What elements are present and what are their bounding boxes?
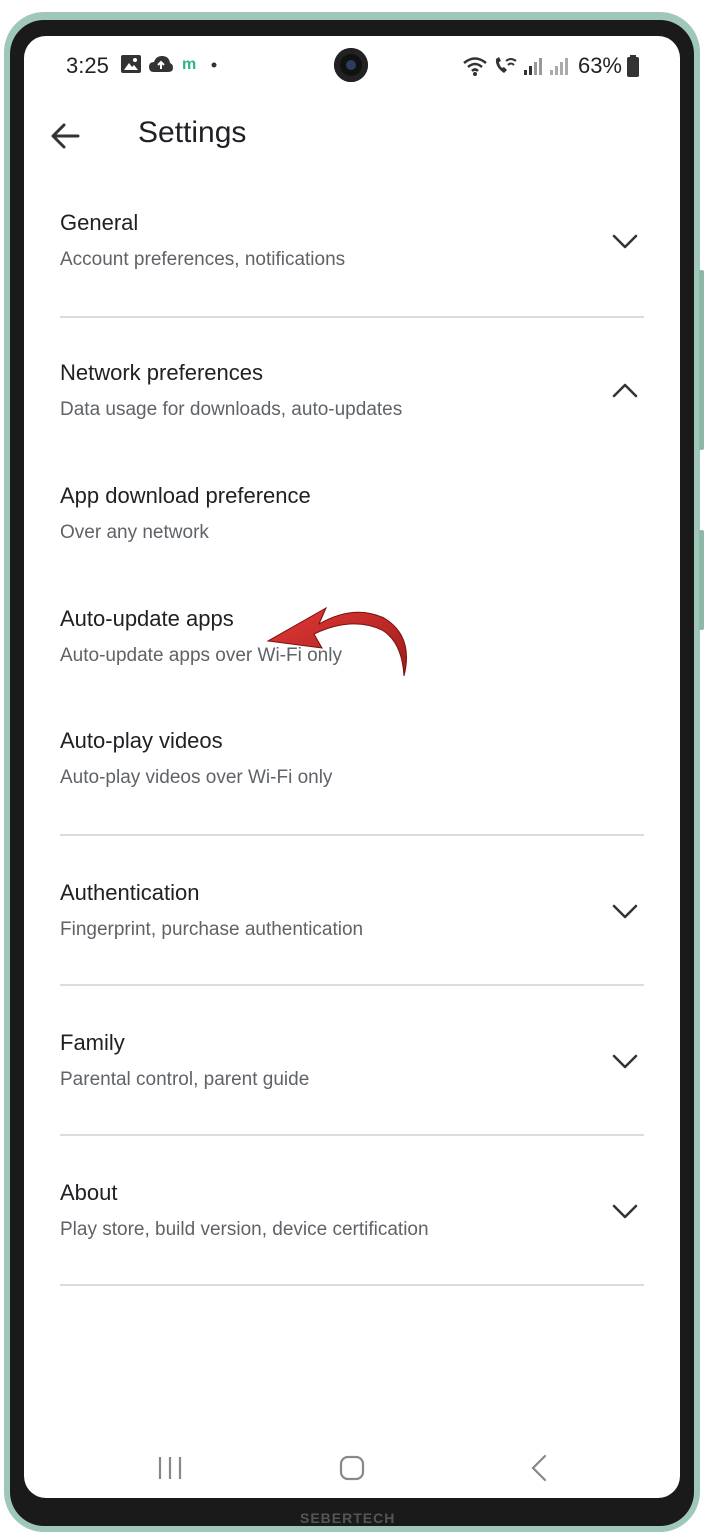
section-network-preferences[interactable]: Network preferences Data usage for downl… [24, 346, 680, 456]
battery-percent: 63% [577, 53, 622, 78]
section-subtitle: Parental control, parent guide [60, 1069, 310, 1090]
divider [60, 316, 644, 318]
arrow-back-icon [51, 123, 80, 149]
section-subtitle: Play store, build version, device certif… [60, 1219, 429, 1240]
wifi-icon [463, 57, 487, 76]
section-title: Family [60, 1030, 125, 1055]
section-title: Network preferences [60, 360, 263, 385]
setting-title: Auto-play videos [60, 728, 223, 753]
power-button [699, 530, 704, 630]
battery-icon [627, 55, 639, 77]
chevron-down-icon [612, 234, 638, 249]
divider [60, 1284, 644, 1286]
chevron-down-icon [612, 1054, 638, 1069]
front-camera [334, 48, 368, 82]
cloud-upload-icon [149, 56, 173, 72]
watermark: SEBERTECH [300, 1510, 396, 1526]
dot-icon [211, 62, 217, 68]
app-bar: Settings [24, 106, 680, 166]
back-nav-icon [531, 1454, 547, 1482]
section-title: General [60, 210, 139, 235]
system-icons: 63% [462, 53, 640, 79]
setting-app-download-preference[interactable]: App download preference Over any network [24, 471, 680, 576]
setting-auto-play-videos[interactable]: Auto-play videos Auto-play videos over W… [24, 716, 680, 821]
page-title: Settings [138, 116, 247, 149]
chevron-up-icon [612, 383, 638, 398]
section-general[interactable]: General Account preferences, notificatio… [24, 196, 680, 306]
setting-title: Auto-update apps [60, 606, 234, 631]
signal-empty-icon [549, 58, 568, 75]
section-subtitle: Data usage for downloads, auto-updates [60, 399, 403, 420]
chevron-down-icon [612, 904, 638, 919]
setting-value: Auto-update apps over Wi-Fi only [60, 645, 342, 666]
wifi-call-icon [495, 57, 517, 73]
back-button[interactable] [46, 116, 86, 156]
section-subtitle: Account preferences, notifications [60, 249, 346, 270]
status-time: 3:25 [66, 53, 109, 78]
status-bar: 3:25 m 63% [24, 36, 680, 94]
divider [60, 834, 644, 836]
recent-apps-button[interactable] [150, 1448, 190, 1488]
navigation-bar [24, 1436, 680, 1498]
section-subtitle: Fingerprint, purchase authentication [60, 919, 364, 940]
m-app-icon: m [182, 56, 196, 73]
back-nav-button[interactable] [520, 1448, 560, 1488]
section-family[interactable]: Family Parental control, parent guide [24, 1016, 680, 1126]
section-title: Authentication [60, 880, 200, 905]
image-icon [121, 55, 141, 73]
signal-icon [523, 58, 542, 75]
svg-text:m: m [182, 56, 196, 73]
section-title: About [60, 1180, 118, 1205]
section-authentication[interactable]: Authentication Fingerprint, purchase aut… [24, 866, 680, 976]
setting-value: Over any network [60, 522, 209, 543]
screen: 3:25 m 63% Settings General Account pref… [24, 36, 680, 1498]
notification-icons: m [120, 54, 222, 74]
volume-button [699, 270, 704, 450]
divider [60, 1134, 644, 1136]
recent-apps-icon [158, 1457, 182, 1479]
home-button[interactable] [332, 1448, 372, 1488]
home-icon [339, 1455, 365, 1481]
chevron-down-icon [612, 1204, 638, 1219]
setting-title: App download preference [60, 483, 311, 508]
setting-value: Auto-play videos over Wi-Fi only [60, 767, 333, 788]
setting-auto-update-apps[interactable]: Auto-update apps Auto-update apps over W… [24, 594, 680, 699]
section-about[interactable]: About Play store, build version, device … [24, 1166, 680, 1276]
divider [60, 984, 644, 986]
